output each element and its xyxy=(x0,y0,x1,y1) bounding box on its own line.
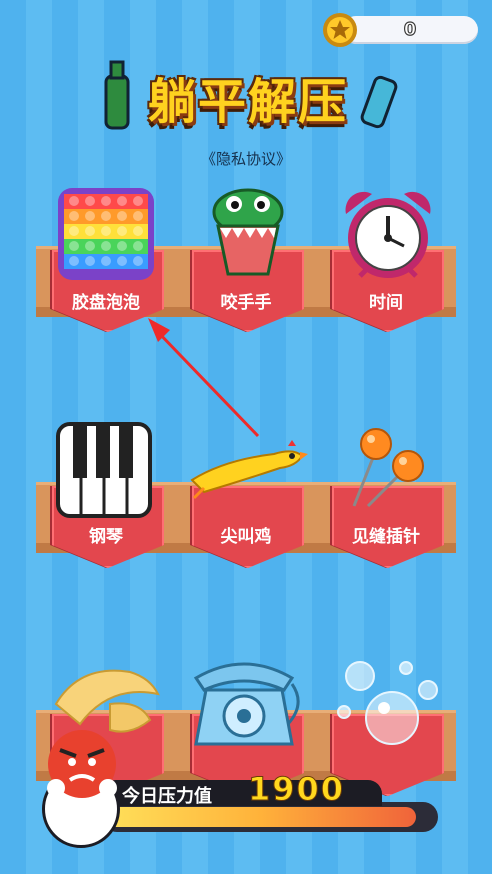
pressure-label: 今日压力值 xyxy=(122,786,212,807)
rubber-chicken-icon xyxy=(190,440,308,500)
game-label-crocodile[interactable]: 咬手手 xyxy=(190,288,302,313)
bubbles-icon xyxy=(337,661,438,745)
game-label-popit[interactable]: 胶盘泡泡 xyxy=(50,288,162,313)
pins-icon xyxy=(352,428,424,508)
coin-counter: 0 xyxy=(322,12,480,48)
coin-value: 0 xyxy=(403,18,417,40)
telephone-icon xyxy=(193,662,300,746)
coin-star-icon xyxy=(323,13,357,47)
pressure-bar-fill xyxy=(106,807,416,827)
game-label-clock[interactable]: 时间 xyxy=(330,288,442,313)
pressure-value: 1900 xyxy=(247,770,346,809)
game-logo: 躺平解压 xyxy=(98,54,398,150)
game-label-piano[interactable]: 钢琴 xyxy=(50,522,162,547)
piano-icon xyxy=(56,422,152,518)
privacy-link[interactable]: 《隐私协议》 xyxy=(0,148,492,169)
pop-it-icon xyxy=(58,188,154,280)
game-label-pins[interactable]: 见缝插针 xyxy=(330,522,442,547)
game-label-chicken[interactable]: 尖叫鸡 xyxy=(190,522,302,547)
crocodile-icon xyxy=(212,188,284,276)
game-title: 躺平解压 xyxy=(147,74,348,130)
angry-face-avatar-icon xyxy=(47,730,117,798)
alarm-clock-icon xyxy=(345,191,431,278)
